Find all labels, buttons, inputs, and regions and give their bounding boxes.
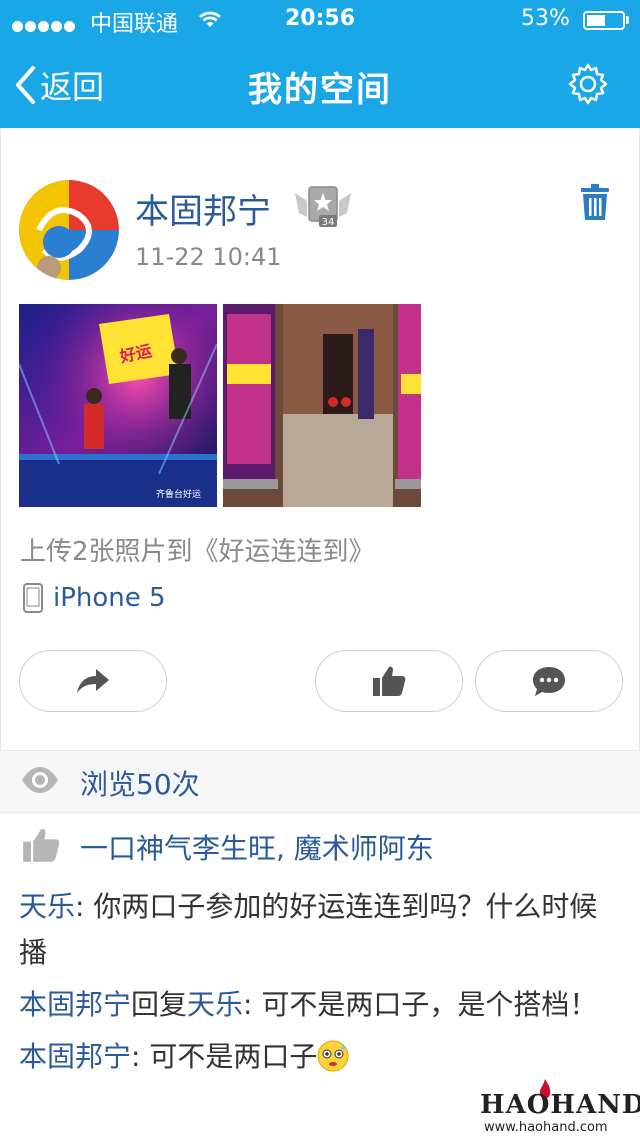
post-timestamp: 11-22 10:41 [135,243,282,271]
avatar-image [19,180,119,280]
watermark-logo: HAOHAND [480,1090,640,1120]
battery-icon [583,11,625,30]
photo-watermark: 齐鲁台好运 [156,488,201,500]
battery-tip [626,16,629,24]
post-author-name[interactable]: 本固邦宁 [135,184,271,233]
navigation-bar: 返回 我的空间 [0,40,640,128]
views-count: 浏览50次 [80,768,200,801]
post-card: 本固邦宁 34 11-22 10:41 好运 齐鲁台好运 上传2张照片到《好运连… [0,128,640,750]
trash-icon[interactable] [581,184,609,220]
level-badge-number: 34 [322,217,335,228]
comment-item: 本固邦宁回复天乐: 可不是两口子，是个搭档！ [19,982,619,1028]
watermark-url: www.haohand.com [484,1120,608,1135]
likes-row: 一口神气李生旺, 魔术师阿东 [0,813,640,873]
share-button[interactable] [19,650,167,712]
device-name: iPhone 5 [53,583,166,613]
comment-button[interactable] [475,650,623,712]
thumbs-up-icon [23,828,60,862]
comment-list: 天乐: 你两口子参加的好运连连到吗？什么时候播 本固邦宁回复天乐: 可不是两口子… [19,884,619,1086]
level-badge-icon: 34 [295,186,351,228]
comment-author[interactable]: 本固邦宁 [19,1040,131,1073]
gear-icon[interactable] [566,62,610,106]
reply-target[interactable]: 天乐 [187,988,243,1021]
share-arrow-icon [77,669,109,693]
avatar[interactable] [19,180,119,280]
status-bar: 中国联通 20:56 53% [0,0,640,40]
battery-percent: 53% [521,6,570,31]
post-caption: 上传2张照片到《好运连连到》 [20,537,375,567]
like-button[interactable] [315,650,463,712]
likers-list[interactable]: 一口神气李生旺, 魔术师阿东 [80,827,434,867]
phone-icon [23,583,43,613]
post-device[interactable]: iPhone 5 [23,583,166,613]
post-photo-hallway[interactable] [223,304,421,507]
comment-author[interactable]: 本固邦宁 [19,988,131,1021]
post-photo-stage[interactable]: 好运 齐鲁台好运 [19,304,217,507]
embarrassed-face-emoji [317,1040,349,1072]
comment-text: : 可不是两口子 [131,1040,318,1073]
page-title: 我的空间 [248,70,392,110]
comment-text: : 可不是两口子，是个搭档！ [243,988,598,1021]
views-row: 浏览50次 [0,750,640,813]
comment-author[interactable]: 天乐 [19,890,75,923]
comment-text: : 你两口子参加的好运连连到吗？什么时候播 [19,890,598,969]
thumbs-up-icon [373,666,406,696]
reply-word: 回复 [131,988,188,1021]
comment-item: 天乐: 你两口子参加的好运连连到吗？什么时候播 [19,884,619,976]
speech-bubble-icon [533,667,565,696]
site-watermark: HAOHAND www.haohand.com [476,1076,640,1136]
comment-item: 本固邦宁: 可不是两口子 [19,1034,619,1080]
eye-icon [22,767,58,793]
